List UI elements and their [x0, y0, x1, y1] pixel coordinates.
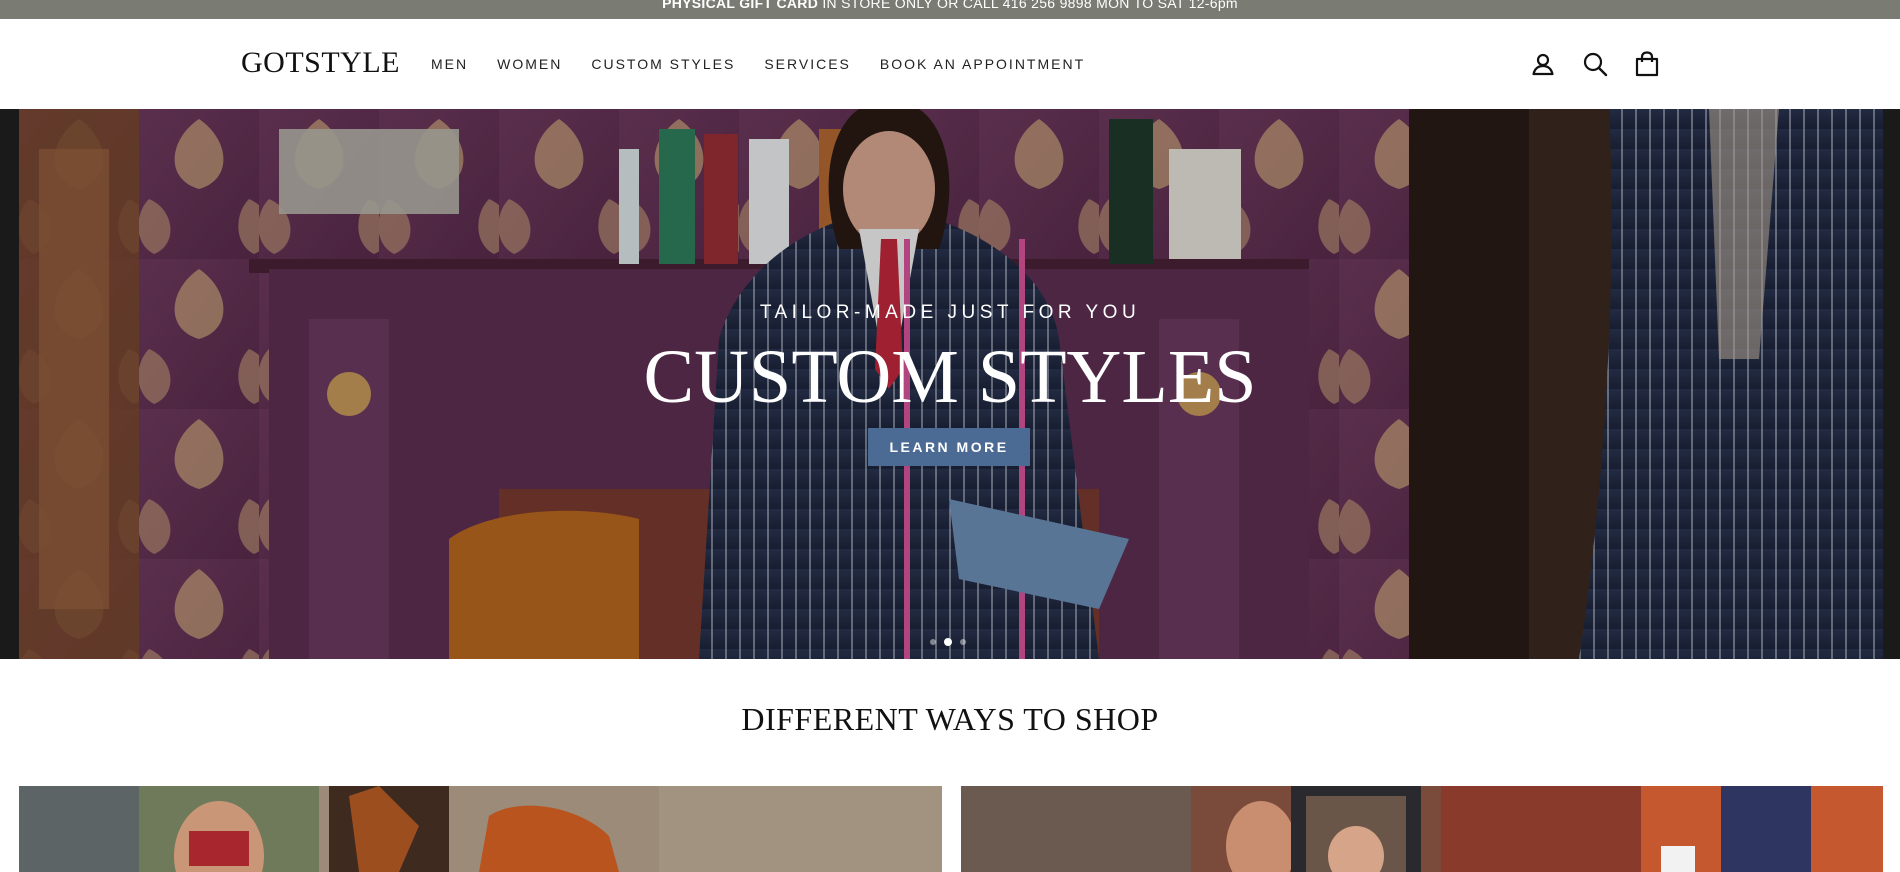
hero-title: CUSTOM STYLES: [643, 335, 1257, 419]
shop-tile-right[interactable]: [961, 786, 1883, 872]
nav-women[interactable]: WOMEN: [497, 56, 562, 72]
hero-slideshow[interactable]: TAILOR-MADE JUST FOR YOU CUSTOM STYLES L…: [0, 109, 1900, 659]
announcement-bold: PHYSICAL GIFT CARD: [662, 0, 819, 11]
slideshow-dots: [930, 638, 966, 646]
slide-dot-3[interactable]: [960, 639, 966, 645]
nav-services[interactable]: SERVICES: [764, 56, 851, 72]
slide-dot-2[interactable]: [944, 638, 952, 646]
site-logo[interactable]: GOTSTYLE: [241, 46, 400, 80]
nav-book-appointment[interactable]: BOOK AN APPOINTMENT: [880, 56, 1085, 72]
announcement-text: IN STORE ONLY OR CALL 416 256 9898 MON T…: [818, 0, 1238, 11]
section-title: DIFFERENT WAYS TO SHOP: [741, 701, 1159, 737]
learn-more-button[interactable]: LEARN MORE: [868, 428, 1030, 466]
hero-kicker: TAILOR-MADE JUST FOR YOU: [759, 302, 1141, 323]
search-icon[interactable]: [1582, 51, 1608, 77]
slide-dot-1[interactable]: [930, 639, 936, 645]
nav-custom-styles[interactable]: CUSTOM STYLES: [591, 56, 735, 72]
announcement-bar: PHYSICAL GIFT CARD IN STORE ONLY OR CALL…: [0, 0, 1900, 19]
shop-tile-left[interactable]: [19, 786, 942, 872]
account-icon[interactable]: [1530, 51, 1556, 77]
header-icons: [1530, 51, 1660, 77]
shop-tile-right-image: [961, 786, 1883, 872]
shop-tile-left-image: [19, 786, 942, 872]
nav-men[interactable]: MEN: [431, 56, 468, 72]
site-header: GOTSTYLE MEN WOMEN CUSTOM STYLES SERVICE…: [0, 19, 1900, 109]
cart-icon[interactable]: [1634, 51, 1660, 77]
main-nav: MEN WOMEN CUSTOM STYLES SERVICES BOOK AN…: [431, 56, 1114, 72]
